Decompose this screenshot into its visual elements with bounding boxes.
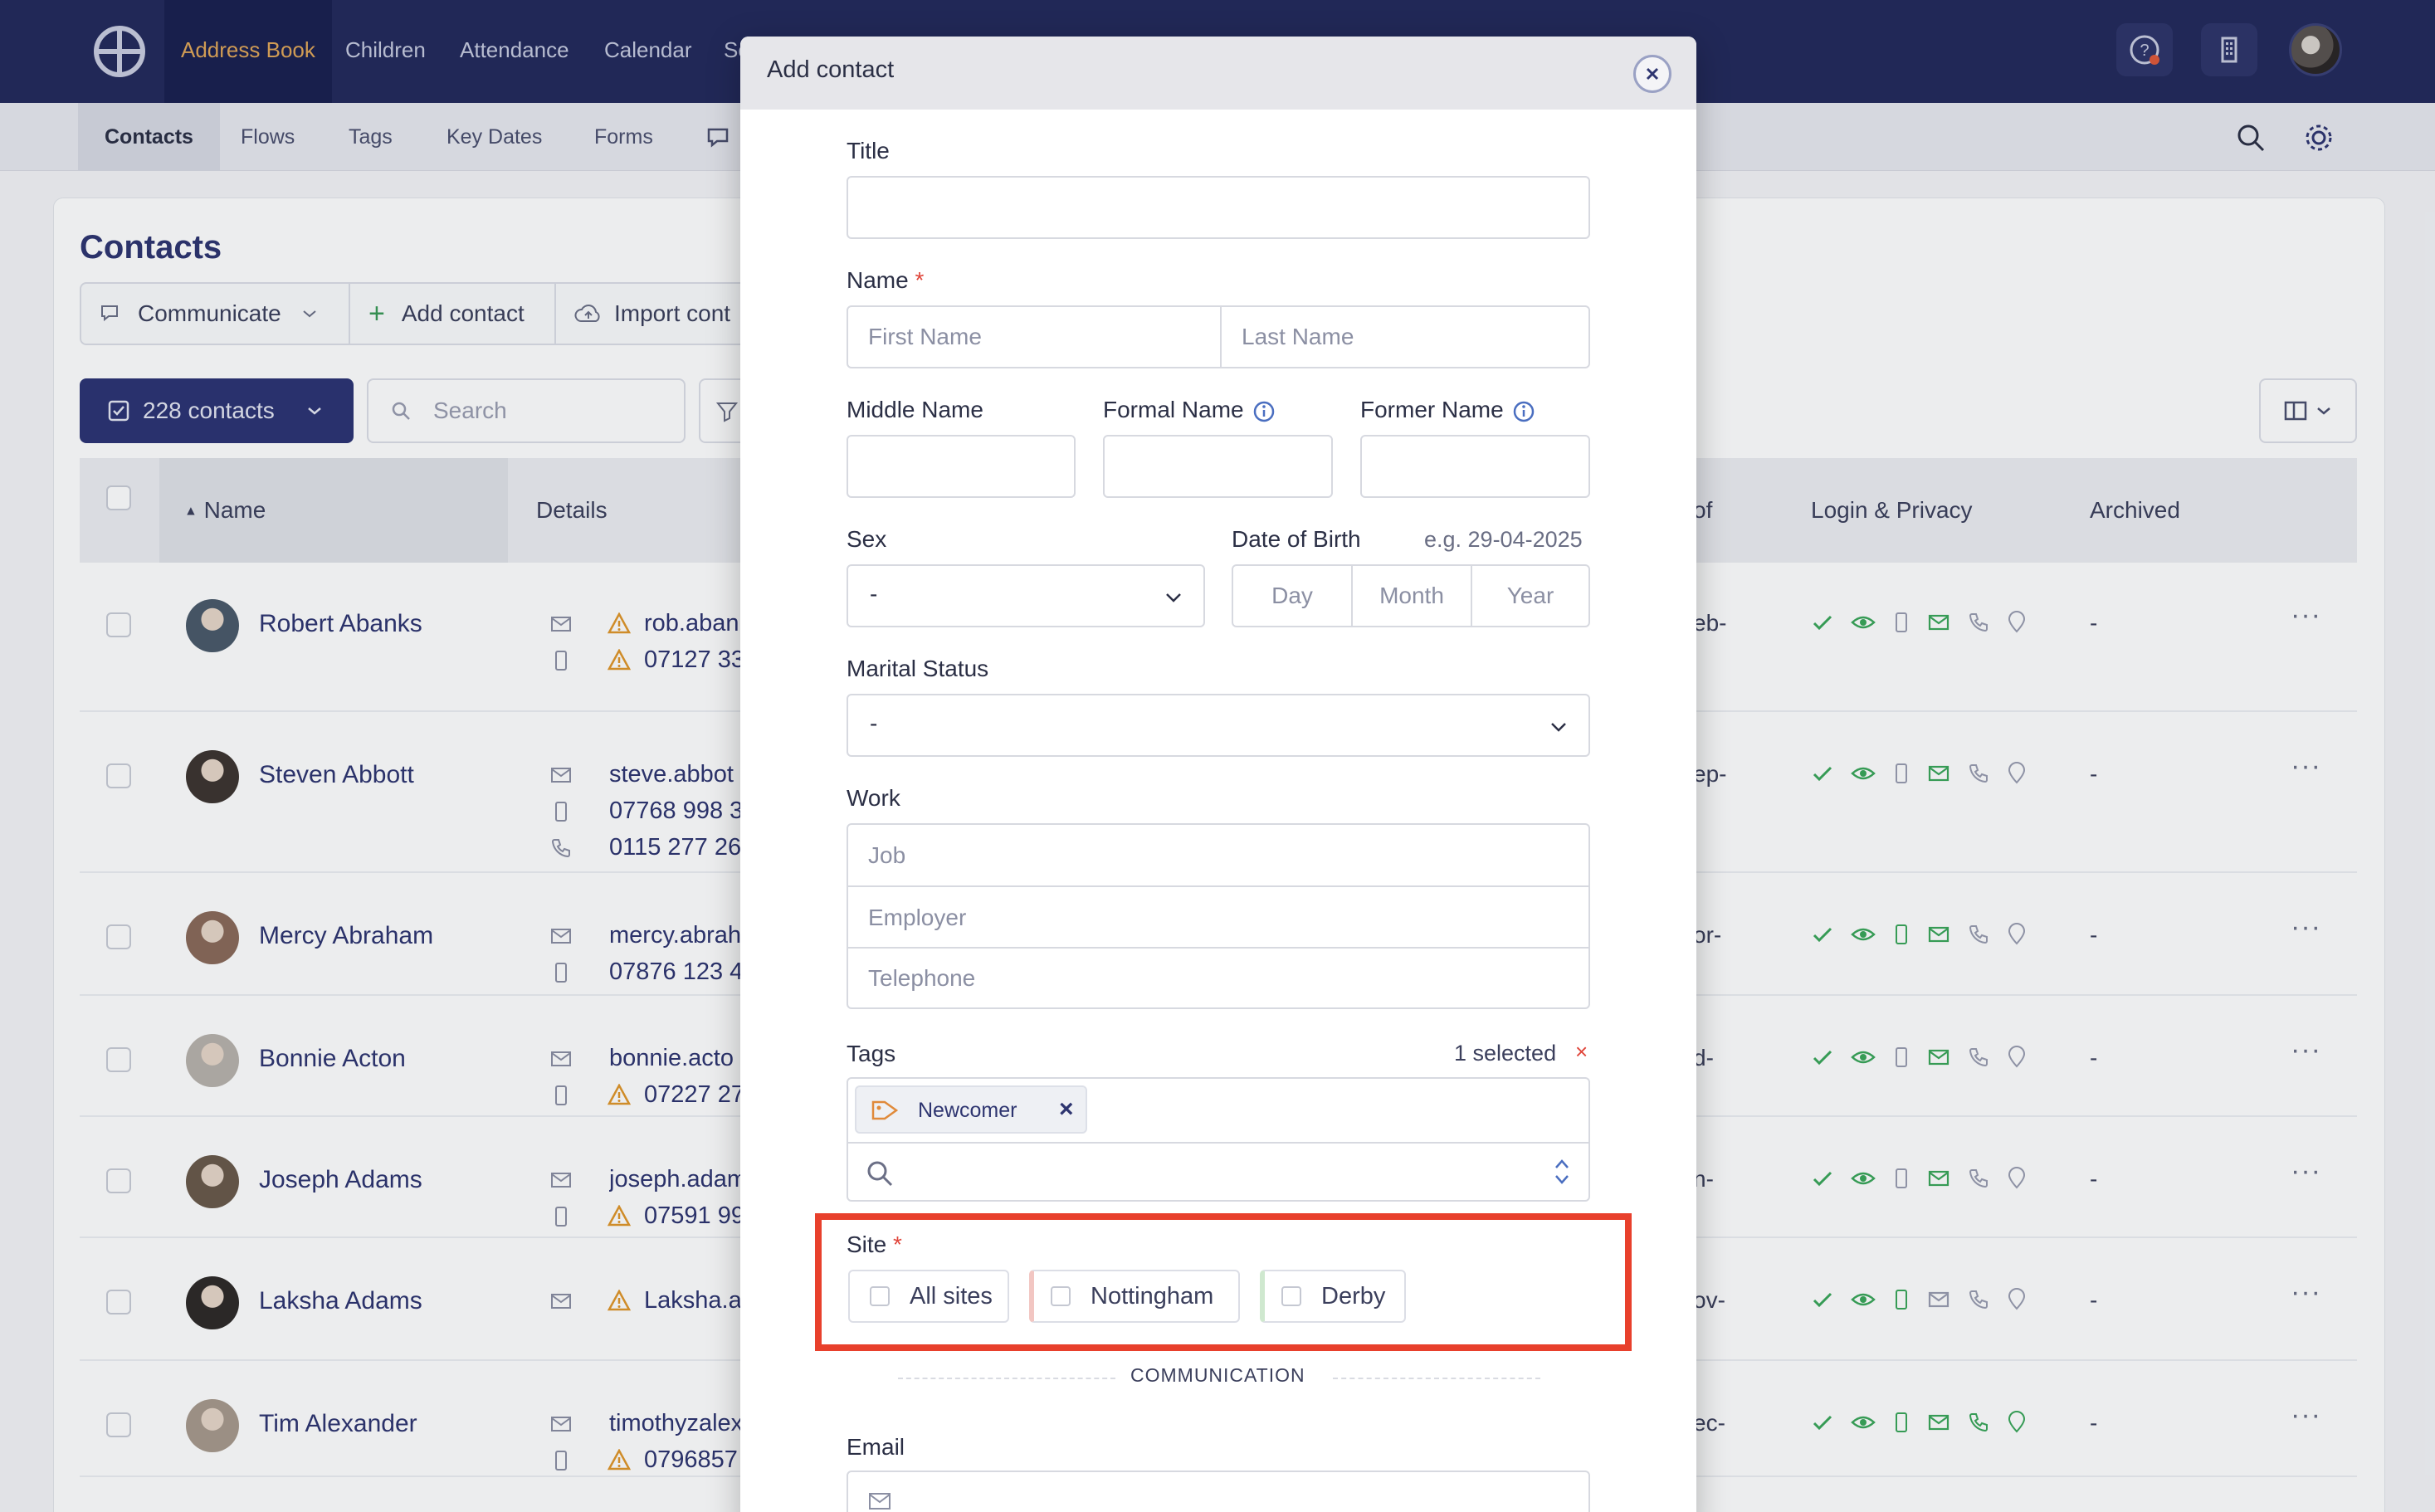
section-divider-right — [1333, 1378, 1540, 1379]
site-label: Site * — [847, 1232, 902, 1258]
sex-label: Sex — [847, 526, 887, 552]
job-input[interactable]: Job — [848, 825, 1588, 886]
sex-value: - — [870, 581, 878, 607]
marital-status-select[interactable]: - — [847, 694, 1590, 757]
section-divider-left — [898, 1378, 1115, 1379]
site-option-nottingham[interactable]: Nottingham — [1029, 1270, 1240, 1323]
email-label: Email — [847, 1434, 905, 1460]
dob-month-input[interactable]: Month — [1353, 566, 1471, 626]
search-icon — [867, 1161, 893, 1187]
name-label: Name * — [847, 267, 924, 294]
dob-year-input[interactable]: Year — [1472, 566, 1588, 626]
tags-search-input[interactable] — [848, 1144, 1588, 1200]
email-input[interactable] — [847, 1471, 1590, 1512]
chevron-down-icon — [1166, 593, 1181, 602]
middle-name-input[interactable] — [847, 435, 1076, 498]
tag-remove-button[interactable]: × — [1059, 1095, 1074, 1124]
info-icon[interactable] — [1512, 400, 1535, 423]
tags-clear-button[interactable]: × — [1575, 1039, 1588, 1065]
dob-hint: e.g. 29-04-2025 — [1424, 527, 1583, 552]
former-name-label-text: Former Name — [1360, 397, 1504, 422]
telephone-input[interactable]: Telephone — [848, 948, 1588, 1009]
required-mark: * — [915, 267, 925, 293]
formal-name-input[interactable] — [1103, 435, 1333, 498]
modal-title: Add contact — [767, 56, 895, 83]
employer-input[interactable]: Employer — [848, 887, 1588, 949]
last-name-input[interactable]: Last Name — [1222, 307, 1588, 367]
site-option-label: Nottingham — [1091, 1282, 1214, 1310]
site-checkbox[interactable] — [870, 1286, 890, 1306]
tag-chip-label: Newcomer — [918, 1099, 1017, 1122]
tags-selected-count: 1 selected — [1454, 1041, 1557, 1066]
close-button[interactable] — [1633, 55, 1671, 93]
site-checkbox[interactable] — [1281, 1286, 1301, 1306]
dob-day-input[interactable]: Day — [1233, 566, 1351, 626]
communication-section-title: COMMUNICATION — [1130, 1364, 1305, 1386]
site-option-derby[interactable]: Derby — [1260, 1270, 1406, 1323]
tags-field: Newcomer × — [847, 1077, 1590, 1202]
first-name-input[interactable]: First Name — [848, 307, 1220, 367]
modal-header: Add contact — [740, 37, 1696, 110]
work-label: Work — [847, 785, 900, 811]
site-checkbox[interactable] — [1051, 1286, 1071, 1306]
name-field-group: First Name Last Name — [847, 305, 1590, 368]
site-label-text: Site — [847, 1232, 887, 1257]
site-option-label: Derby — [1321, 1282, 1386, 1310]
former-name-input[interactable] — [1360, 435, 1590, 498]
chevron-down-icon — [1551, 723, 1566, 732]
envelope-icon — [869, 1493, 891, 1510]
marital-status-value: - — [870, 710, 878, 736]
tag-icon — [871, 1100, 899, 1120]
close-icon — [1646, 67, 1659, 80]
formal-name-label: Formal Name — [1103, 397, 1276, 423]
site-option-all-sites[interactable]: All sites — [848, 1270, 1009, 1323]
title-input[interactable] — [847, 176, 1590, 239]
dob-field-group: Day Month Year — [1232, 564, 1590, 627]
name-label-text: Name — [847, 267, 909, 293]
work-field-group: Job Employer Telephone — [847, 823, 1590, 1009]
site-option-label: All sites — [910, 1282, 993, 1310]
tags-label: Tags — [847, 1041, 896, 1066]
former-name-label: Former Name — [1360, 397, 1535, 423]
marital-status-label: Marital Status — [847, 656, 989, 681]
middle-name-label: Middle Name — [847, 397, 983, 422]
dob-label: Date of Birth — [1232, 526, 1361, 552]
info-icon[interactable] — [1252, 400, 1276, 423]
sort-updown-icon — [1555, 1159, 1569, 1184]
sex-select[interactable]: - — [847, 564, 1205, 627]
title-label: Title — [847, 138, 890, 163]
tag-chip-newcomer: Newcomer × — [855, 1085, 1087, 1134]
formal-name-label-text: Formal Name — [1103, 397, 1244, 422]
required-mark: * — [893, 1232, 902, 1257]
